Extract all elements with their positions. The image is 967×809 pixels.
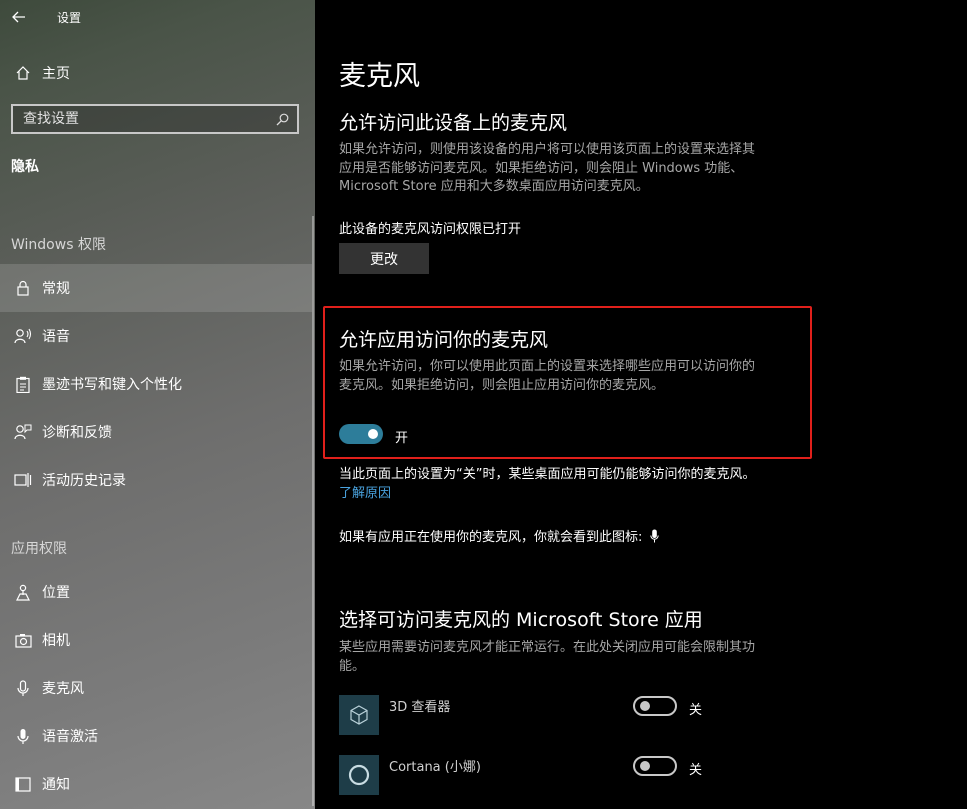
sidebar-item-voice-activation[interactable]: 语音激活 bbox=[0, 712, 312, 760]
toggle-knob bbox=[640, 701, 650, 711]
home-icon bbox=[0, 65, 42, 81]
app-access-description: 如果允许访问，你可以使用此页面上的设置来选择哪些应用可以访问你的 麦克风。如果拒… bbox=[339, 359, 756, 393]
sidebar-item-speech[interactable]: 语音 bbox=[0, 312, 312, 360]
sidebar-item-diagnostics[interactable]: 诊断和反馈 bbox=[0, 408, 312, 456]
search-icon[interactable] bbox=[276, 113, 289, 126]
sidebar-item-general[interactable]: 常规 bbox=[0, 264, 312, 312]
app-name: 3D 查看器 bbox=[389, 700, 451, 715]
sidebar-item-label: 位置 bbox=[42, 585, 70, 601]
group-app-permissions: 应用权限 bbox=[11, 541, 67, 557]
app-toggle-cortana[interactable] bbox=[633, 756, 677, 776]
toggle-knob bbox=[368, 429, 378, 439]
sidebar-item-camera[interactable]: 相机 bbox=[0, 616, 312, 664]
back-arrow-icon bbox=[12, 11, 25, 23]
sidebar-item-microphone[interactable]: 麦克风 bbox=[0, 664, 312, 712]
sidebar-item-label: 常规 bbox=[42, 281, 70, 297]
sidebar-item-location[interactable]: 位置 bbox=[0, 568, 312, 616]
sidebar-item-label: 通知 bbox=[42, 777, 70, 793]
app-toggle-3d-viewer[interactable] bbox=[633, 696, 677, 716]
back-button[interactable] bbox=[0, 0, 38, 34]
clipboard-icon bbox=[0, 376, 42, 393]
lock-icon bbox=[0, 280, 42, 296]
sidebar-item-label: 语音激活 bbox=[42, 729, 98, 745]
speech-icon bbox=[0, 328, 42, 344]
sidebar-item-label: 麦克风 bbox=[42, 681, 84, 697]
desktop-apps-note: 当此页面上的设置为“关”时，某些桌面应用可能仍能够访问你的麦克风。 bbox=[339, 467, 756, 482]
camera-icon bbox=[0, 633, 42, 648]
cube-icon bbox=[350, 705, 368, 725]
sidebar-item-home[interactable]: 主页 bbox=[0, 58, 315, 88]
icon-note: 如果有应用正在使用你的麦克风，你就会看到此图标: bbox=[339, 526, 660, 545]
sidebar: 设置 主页 隐私 Windows 权限 常规 语音 墨迹书写和键入个性化 诊断和 bbox=[0, 0, 315, 809]
sidebar-scrollbar[interactable] bbox=[312, 216, 314, 806]
device-access-heading: 允许访问此设备上的麦克风 bbox=[339, 112, 568, 134]
sidebar-item-label: 语音 bbox=[42, 329, 70, 345]
search-box[interactable] bbox=[11, 104, 299, 134]
device-access-description: 如果允许访问，则使用该设备的用户将可以使用该页面上的设置来选择其 应用是否能够访… bbox=[339, 142, 756, 194]
store-apps-heading: 选择可访问麦克风的 Microsoft Store 应用 bbox=[339, 609, 703, 631]
voice-activation-icon bbox=[0, 728, 42, 745]
sidebar-item-label: 诊断和反馈 bbox=[42, 425, 112, 441]
app-toggle-label: 关 bbox=[689, 703, 703, 718]
sidebar-item-notifications[interactable]: 通知 bbox=[0, 760, 312, 808]
toggle-knob bbox=[640, 761, 650, 771]
group-windows-permissions: Windows 权限 bbox=[11, 237, 106, 253]
sidebar-item-activity-history[interactable]: 活动历史记录 bbox=[0, 456, 312, 504]
app-access-toggle-label: 开 bbox=[395, 431, 409, 446]
notification-icon bbox=[0, 776, 42, 792]
page-title: 麦克风 bbox=[339, 61, 420, 92]
sidebar-item-label: 活动历史记录 bbox=[42, 473, 126, 489]
app-access-toggle[interactable] bbox=[339, 424, 383, 444]
microphone-icon bbox=[0, 679, 42, 697]
app-access-heading: 允许应用访问你的麦克风 bbox=[339, 329, 549, 351]
title-bar: 设置 bbox=[0, 0, 315, 34]
learn-why-link[interactable]: 了解原因 bbox=[339, 482, 391, 501]
microphone-icon bbox=[650, 529, 660, 542]
feedback-icon bbox=[0, 424, 42, 440]
main-content: 麦克风 允许访问此设备上的麦克风 如果允许访问，则使用该设备的用户将可以使用该页… bbox=[315, 0, 967, 809]
window-title: 设置 bbox=[57, 10, 82, 25]
location-icon bbox=[0, 584, 42, 601]
section-privacy: 隐私 bbox=[11, 159, 39, 175]
change-button[interactable]: 更改 bbox=[339, 243, 429, 274]
app-toggle-label: 关 bbox=[689, 763, 703, 778]
sidebar-item-inking[interactable]: 墨迹书写和键入个性化 bbox=[0, 360, 312, 408]
device-access-status: 此设备的麦克风访问权限已打开 bbox=[339, 222, 522, 237]
timeline-icon bbox=[0, 472, 42, 488]
app-icon-cortana bbox=[339, 755, 379, 795]
search-input[interactable] bbox=[23, 111, 263, 127]
sidebar-item-label: 墨迹书写和键入个性化 bbox=[42, 377, 182, 393]
sidebar-item-label: 相机 bbox=[42, 633, 70, 649]
sidebar-item-label: 主页 bbox=[42, 66, 70, 82]
app-icon-3d-viewer bbox=[339, 695, 379, 735]
app-name: Cortana (小娜) bbox=[389, 760, 481, 775]
cortana-icon bbox=[348, 764, 370, 786]
store-apps-description: 某些应用需要访问麦克风才能正常运行。在此处关闭应用可能会限制其功 能。 bbox=[339, 640, 756, 674]
